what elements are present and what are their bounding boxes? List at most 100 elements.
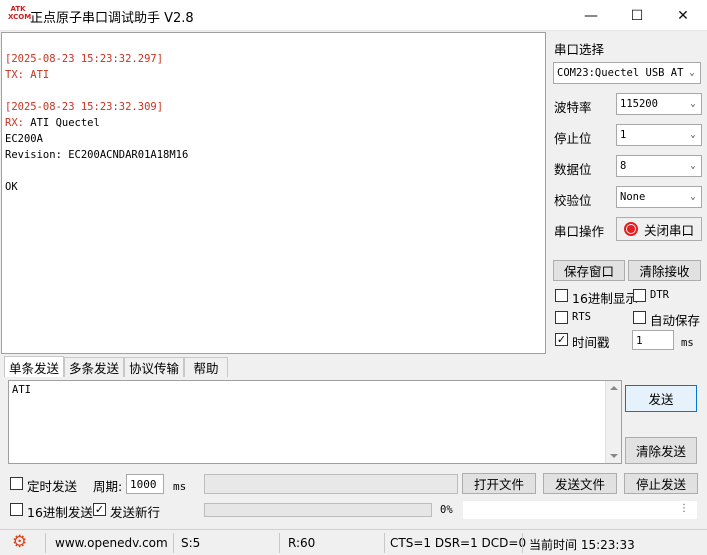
window-title: 正点原子串口调试助手 V2.8 — [30, 11, 194, 26]
receive-line: OK — [5, 181, 18, 193]
port-select[interactable]: COM23:Quectel USB AT ⌄ — [553, 62, 701, 84]
clear-receive-button[interactable]: 清除接收 — [628, 260, 701, 281]
baud-value: 115200 — [620, 98, 658, 110]
sent-count: S:5 — [181, 536, 201, 550]
timed-send-checkbox[interactable] — [10, 477, 23, 490]
gear-icon[interactable]: ⚙ — [12, 534, 27, 551]
check-icon: ✓ — [556, 333, 567, 346]
progress-text: 0% — [440, 504, 453, 516]
status-divider — [384, 533, 385, 553]
timestamp-checkbox[interactable]: ✓ — [555, 333, 568, 346]
receive-line: TX: ATI — [5, 69, 50, 81]
receive-line: [2025-08-23 15:23:32.309] — [5, 101, 164, 113]
timestamp-unit: ms — [681, 337, 694, 349]
port-op-label: 串口操作 — [554, 224, 605, 239]
newline-label: 发送新行 — [110, 505, 161, 520]
tab-single-send[interactable]: 单条发送 — [4, 356, 64, 377]
minimize-icon: — — [584, 7, 598, 24]
timed-send-label: 定时发送 — [27, 479, 78, 494]
data-bits-label: 数据位 — [554, 162, 592, 177]
period-unit: ms — [173, 480, 187, 493]
rts-label: RTS — [572, 311, 591, 323]
stop-send-button[interactable]: 停止发送 — [624, 473, 698, 494]
receive-area[interactable]: [2025-08-23 15:23:32.297] TX: ATI [2025-… — [1, 32, 546, 354]
chevron-down-icon: ⌄ — [690, 161, 696, 171]
stop-bits-select[interactable]: 1 ⌄ — [616, 124, 702, 146]
close-button[interactable]: ✕ — [660, 0, 706, 31]
baud-label: 波特率 — [554, 100, 592, 115]
title-bar: ATK XCOM 正点原子串口调试助手 V2.8 — ☐ ✕ — [0, 0, 707, 31]
tab-multi-send[interactable]: 多条发送 — [64, 357, 124, 377]
file-path-field[interactable] — [204, 474, 458, 494]
received-count: R:60 — [288, 536, 316, 550]
status-divider — [522, 533, 523, 553]
chevron-down-icon: ⌄ — [690, 99, 696, 109]
send-file-button[interactable]: 发送文件 — [543, 473, 617, 494]
dtr-label: DTR — [650, 289, 669, 301]
receive-line: RX: ATI Quectel — [5, 115, 542, 131]
close-port-label: 关闭串口 — [643, 222, 694, 238]
send-progress-bar — [204, 503, 432, 517]
save-window-button[interactable]: 保存窗口 — [553, 260, 625, 281]
app-logo-icon: ATK XCOM — [8, 5, 32, 25]
parity-value: None — [620, 191, 646, 203]
parity-select[interactable]: None ⌄ — [616, 186, 702, 208]
status-message-field: ⋮ — [462, 500, 698, 520]
hex-send-checkbox[interactable] — [10, 503, 23, 516]
auto-save-checkbox[interactable] — [633, 311, 646, 324]
record-icon — [623, 222, 638, 236]
auto-save-label: 自动保存 — [650, 313, 701, 328]
port-select-value: COM23:Quectel USB AT — [557, 67, 684, 79]
data-bits-select[interactable]: 8 ⌄ — [616, 155, 702, 177]
rx-prefix: RX: — [5, 117, 24, 129]
rx-text: ATI Quectel — [23, 117, 100, 129]
close-port-button[interactable]: 关闭串口 — [616, 217, 702, 241]
open-file-button[interactable]: 打开文件 — [462, 473, 536, 494]
scroll-down-icon[interactable] — [610, 454, 618, 458]
data-bits-value: 8 — [620, 160, 627, 172]
hex-display-checkbox[interactable] — [555, 289, 568, 302]
close-icon: ✕ — [677, 7, 689, 24]
status-bar: ⚙ www.openedv.com S:5 R:60 CTS=1 DSR=1 D… — [0, 529, 707, 555]
timestamp-label: 时间戳 — [572, 335, 610, 350]
timestamp-ms-input[interactable]: 1 — [632, 330, 674, 350]
period-input[interactable]: 1000 — [126, 474, 164, 494]
receive-line — [5, 163, 542, 179]
port-select-label: 串口选择 — [554, 42, 605, 57]
dtr-checkbox[interactable] — [633, 289, 646, 302]
status-divider — [173, 533, 174, 553]
send-scrollbar[interactable] — [605, 381, 621, 463]
maximize-icon: ☐ — [630, 7, 644, 24]
logo-line-top: ATK — [10, 5, 26, 13]
parity-label: 校验位 — [554, 193, 592, 208]
tab-help[interactable]: 帮助 — [184, 357, 228, 377]
clear-send-button[interactable]: 清除发送 — [625, 437, 697, 464]
logo-line-bottom: XCOM — [8, 13, 32, 21]
period-label: 周期: — [93, 479, 123, 494]
scroll-up-icon[interactable] — [610, 386, 618, 390]
chevron-down-icon: ⌄ — [689, 68, 695, 78]
rts-checkbox[interactable] — [555, 311, 568, 324]
status-divider — [45, 533, 46, 553]
newline-checkbox[interactable]: ✓ — [93, 503, 106, 516]
status-divider — [279, 533, 280, 553]
hex-send-label: 16进制发送 — [27, 505, 93, 520]
baud-select[interactable]: 115200 ⌄ — [616, 93, 702, 115]
send-textarea[interactable]: ATI — [8, 380, 622, 464]
modem-signals: CTS=1 DSR=1 DCD=0 — [390, 536, 527, 550]
check-icon: ✓ — [94, 503, 105, 516]
receive-line: Revision: EC200ACNDAR01A18M16 — [5, 149, 189, 161]
scroll-dots-icon: ⋮ — [679, 503, 689, 514]
maximize-button[interactable]: ☐ — [614, 0, 660, 31]
current-time: 当前时间 15:23:33 — [529, 538, 635, 552]
chevron-down-icon: ⌄ — [690, 130, 696, 140]
tab-protocol[interactable]: 协议传输 — [124, 357, 184, 377]
receive-line — [5, 83, 542, 99]
stop-bits-value: 1 — [620, 129, 627, 141]
hex-display-label: 16进制显示 — [572, 291, 638, 306]
minimize-button[interactable]: — — [568, 0, 614, 31]
send-button[interactable]: 发送 — [625, 385, 697, 412]
stop-bits-label: 停止位 — [554, 131, 592, 146]
chevron-down-icon: ⌄ — [690, 192, 696, 202]
website-link[interactable]: www.openedv.com — [55, 536, 168, 550]
